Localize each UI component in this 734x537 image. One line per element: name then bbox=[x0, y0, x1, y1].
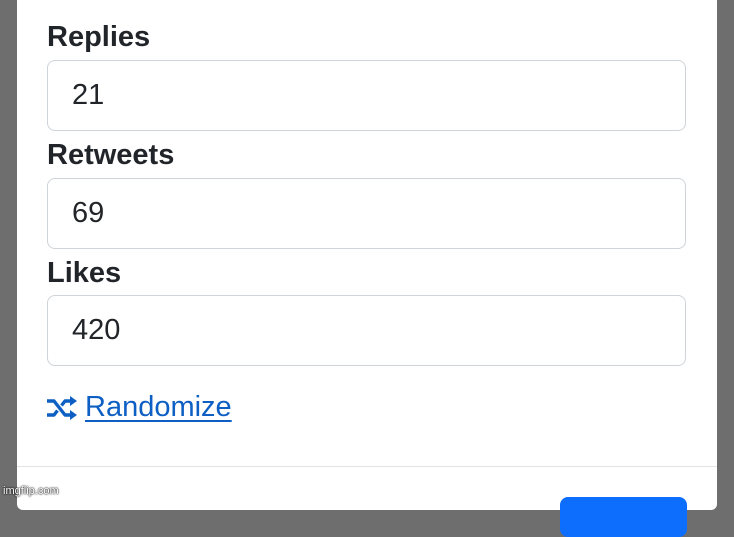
retweets-label: Retweets bbox=[47, 139, 175, 171]
replies-input[interactable] bbox=[47, 60, 686, 131]
modal-dialog: Replies Retweets Likes Randomize bbox=[17, 0, 717, 537]
shuffle-icon bbox=[46, 395, 77, 420]
footer-primary-button[interactable] bbox=[560, 497, 687, 537]
randomize-label: Randomize bbox=[85, 391, 232, 423]
watermark: imgflip.com bbox=[3, 485, 59, 497]
footer-divider bbox=[17, 466, 717, 467]
retweets-input[interactable] bbox=[47, 178, 686, 249]
likes-input[interactable] bbox=[47, 295, 686, 366]
likes-label: Likes bbox=[47, 257, 122, 289]
replies-label: Replies bbox=[47, 21, 151, 53]
randomize-link[interactable]: Randomize bbox=[46, 393, 232, 422]
